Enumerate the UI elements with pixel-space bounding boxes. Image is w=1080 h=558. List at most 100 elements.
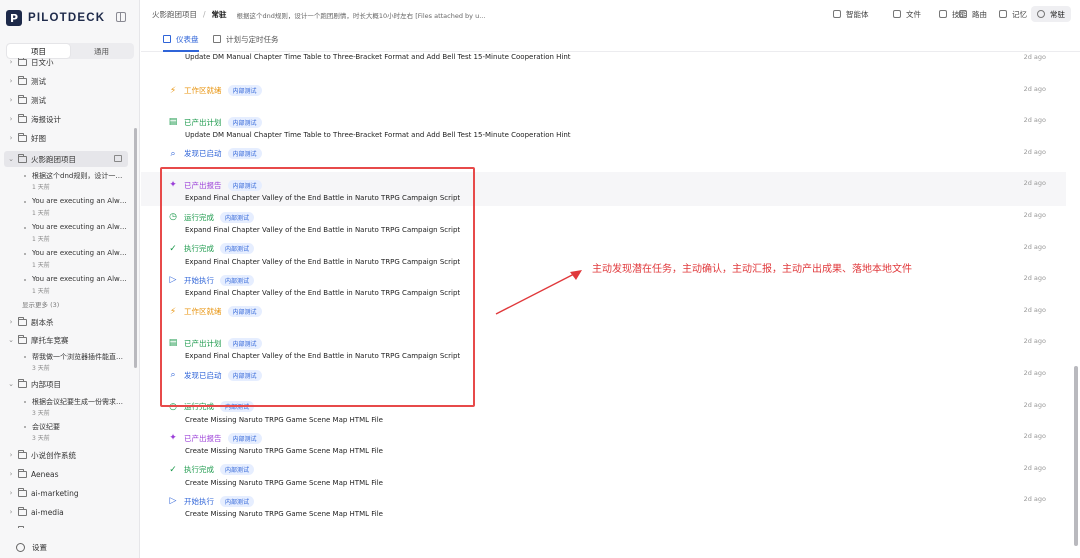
sidebar-folder[interactable]: ⌄ 摩托车竞赛 [0, 332, 134, 348]
annotation-arrow-icon [495, 270, 582, 315]
sidebar-folder[interactable]: › 测试 [0, 73, 134, 89]
event-time: 2d ago [1023, 495, 1046, 504]
event-time: 2d ago [1023, 369, 1046, 377]
session-title: You are executing an Always-On task... [32, 223, 128, 231]
nav-files[interactable]: 文件 [893, 6, 921, 22]
file-icon [893, 10, 901, 18]
event-row[interactable]: ⚡ 工作区就绪 内部测试 2d ago [141, 78, 1066, 112]
event-time: 2d ago [1023, 211, 1046, 219]
session-time: 1 天前 [32, 288, 50, 295]
chevron-down-icon: ⌄ [8, 380, 14, 388]
skill-icon [939, 10, 947, 18]
event-row[interactable]: ▤ 已产出计划 内部测试 Update DM Manual Chapter Time … [141, 109, 1066, 143]
sidebar-folder-active[interactable]: ⌄ 火影跑团项目 [4, 151, 128, 167]
chevron-right-icon: › [9, 470, 13, 478]
folder-icon [18, 58, 27, 66]
folder-icon [18, 525, 27, 528]
sidebar-folder[interactable]: › 剧本杀 [0, 314, 134, 330]
nav-label: 常驻 [1050, 9, 1065, 19]
sidebar-folder[interactable]: › ai2ppt [0, 523, 134, 528]
folder-icon [18, 468, 27, 478]
chevron-right-icon: › [9, 96, 13, 104]
chevron-right-icon: › [9, 489, 13, 497]
event-time: 2d ago [1023, 116, 1046, 125]
search-icon: ⌕ [170, 148, 176, 159]
chevron-right-icon: › [9, 115, 13, 123]
folder-icon [18, 334, 27, 344]
top-bar: 火影跑团项目 / 常驻 根据这个dnd规则，设计一个跑团剧情，时长大概10小时左… [141, 0, 1080, 28]
play-icon: ▷ [169, 496, 177, 507]
session-title: You are executing an Always-On task... [32, 249, 128, 257]
session-item[interactable]: 会议纪要 3 天前 [24, 422, 128, 444]
event-time: 2d ago [1023, 274, 1046, 283]
folder-icon [18, 75, 27, 85]
feed-scrollbar[interactable] [1074, 366, 1078, 546]
route-icon [959, 10, 967, 18]
session-item[interactable]: You are executing an Always-On task... 1 … [24, 275, 128, 297]
gear-icon [16, 543, 25, 552]
session-item[interactable]: 帮我做一个浏览器插件能直接... 3 天前 [24, 352, 128, 374]
event-time: 2d ago [1023, 463, 1046, 472]
collapse-sidebar-icon[interactable] [116, 12, 126, 22]
sidebar-folder[interactable]: › 海报设计 [0, 111, 134, 127]
session-item[interactable]: 根据这个dnd规则，设计一个跑团剧情... 1 天前 [24, 171, 128, 193]
memory-icon [999, 10, 1007, 18]
tab-label: 计划与定时任务 [226, 35, 279, 44]
session-item[interactable]: You are executing an Always-On task... 1 … [24, 197, 128, 219]
bullet-icon [24, 201, 26, 203]
session-time: 1 天前 [32, 262, 50, 269]
session-time: 3 天前 [32, 410, 50, 417]
breadcrumb-separator: / [203, 10, 206, 19]
tab-general[interactable]: 通用 [70, 44, 133, 58]
sidebar-folder[interactable]: ⌄ 内部项目 [0, 376, 134, 392]
new-chat-icon[interactable] [114, 155, 122, 162]
session-title: 帮我做一个浏览器插件能直接... [32, 353, 128, 361]
tab-projects[interactable]: 项目 [7, 44, 70, 58]
nav-memory[interactable]: 记忆 [999, 6, 1027, 22]
event-time: 2d ago [1023, 432, 1046, 441]
session-item[interactable]: You are executing an Always-On task... 1 … [24, 249, 128, 271]
sidebar-folder[interactable]: › Aeneas [0, 466, 134, 482]
folder-icon [18, 449, 27, 459]
event-row[interactable]: ✓ 执行完成 内部测试 Create Missing Naruto TRPG Game… [141, 457, 1066, 491]
session-title: 根据这个dnd规则，设计一个跑团剧情... [32, 172, 128, 180]
session-item[interactable]: You are executing an Always-On task... 1 … [24, 223, 128, 245]
nav-always-on[interactable]: 常驻 [1031, 6, 1071, 22]
nav-label: 智能体 [846, 9, 869, 19]
annotation-highlight-box [160, 167, 475, 407]
event-row[interactable]: ▷ 开始执行 内部测试 Create Missing Naruto TRPG Game… [141, 488, 1066, 522]
sidebar-folder[interactable]: › 小说创作系统 [0, 447, 134, 463]
folder-label: Aeneas [31, 469, 59, 479]
list-icon [213, 35, 221, 43]
folder-icon [18, 94, 27, 104]
show-more-link[interactable]: 显示更多 (3) [22, 299, 59, 309]
event-status: 执行完成 [184, 465, 214, 475]
folder-label: 火影跑团项目 [31, 154, 76, 164]
sidebar-scrollbar[interactable] [134, 128, 137, 368]
settings-button[interactable]: 设置 [16, 542, 47, 553]
bullet-icon [24, 426, 26, 428]
event-row[interactable]: ✦ 已产出报告 内部测试 Create Missing Naruto TRPG Gam… [141, 425, 1066, 459]
chevron-down-icon: ⌄ [8, 155, 14, 163]
sidebar-folder[interactable]: › 好图 [0, 130, 134, 146]
sidebar-folder[interactable]: › 测试 [0, 92, 134, 108]
event-time: 2d ago [1023, 84, 1046, 93]
session-item[interactable]: 根据会议纪要生成一份需求文档 3 天前 [24, 397, 128, 419]
sidebar-folder[interactable]: › ai-media [0, 504, 134, 520]
event-tag-badge: 内部测试 [220, 464, 255, 476]
tab-plans-schedules[interactable]: 计划与定时任务 [213, 34, 279, 52]
chevron-right-icon: › [6, 527, 16, 528]
breadcrumb-project[interactable]: 火影跑团项目 [152, 9, 197, 20]
sidebar-folder[interactable]: › 日文小 [0, 58, 134, 70]
chevron-right-icon: › [9, 134, 13, 142]
session-time: 1 天前 [32, 184, 50, 191]
bullet-icon [24, 227, 26, 229]
folder-icon [18, 132, 27, 142]
event-tag-badge: 内部测试 [227, 148, 262, 160]
lightning-icon: ⚡ [169, 85, 177, 96]
nav-agents[interactable]: 智能体 [833, 6, 869, 22]
nav-routes[interactable]: 路由 [959, 6, 987, 22]
event-row[interactable]: Update DM Manual Chapter Time Table to T… [141, 53, 1066, 80]
tab-dashboard[interactable]: 仪表盘 [163, 34, 199, 52]
sidebar-folder[interactable]: › ai-marketing [0, 485, 134, 501]
